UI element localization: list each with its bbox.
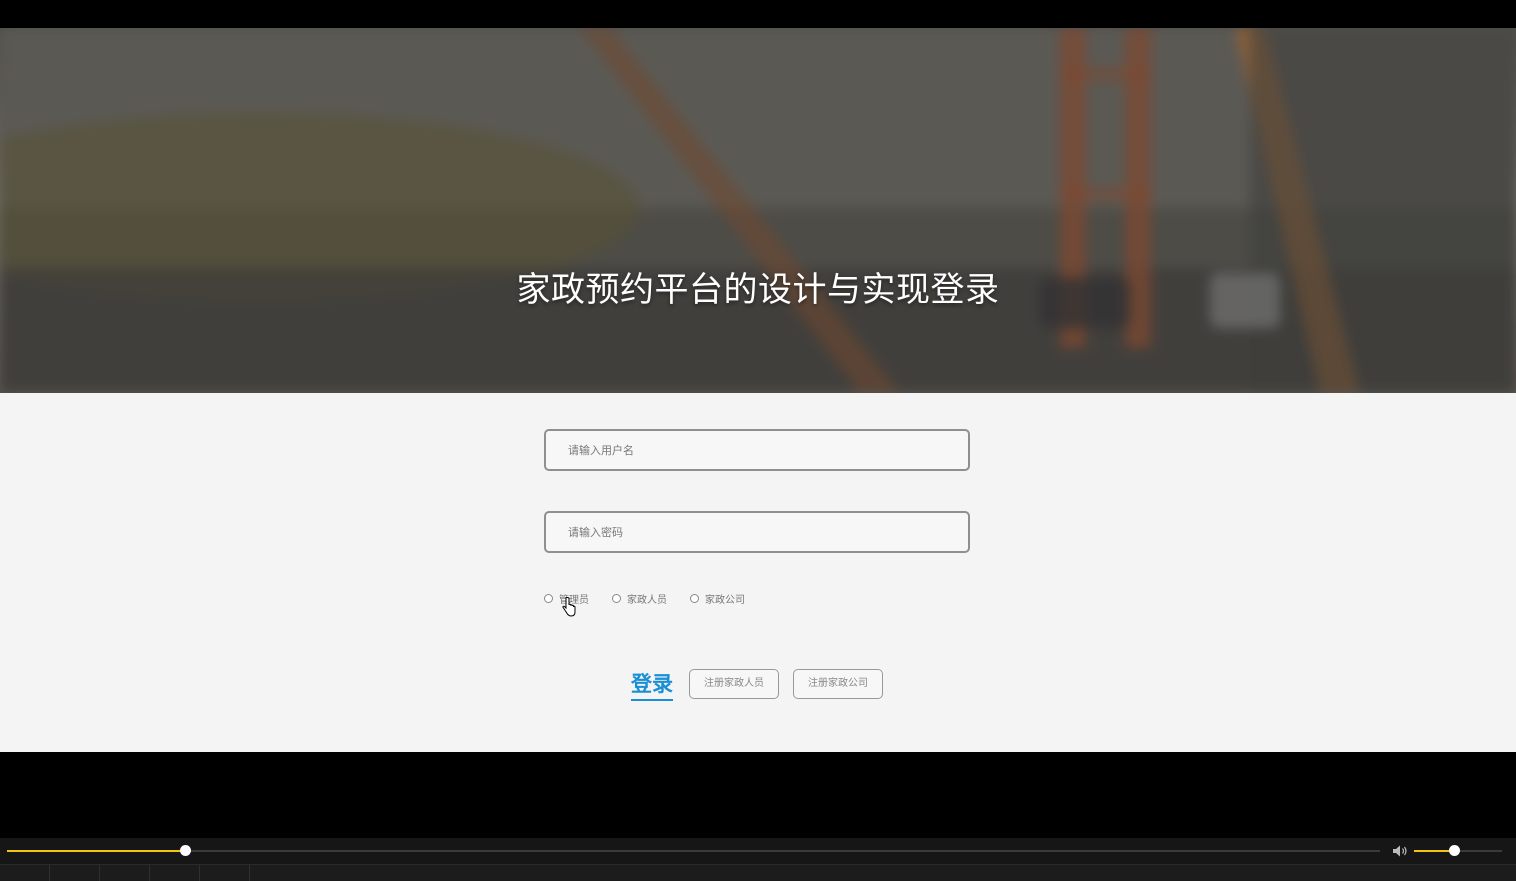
radio-button-company[interactable] — [690, 594, 699, 603]
toolbar-segment[interactable] — [100, 865, 150, 881]
page-title: 家政预约平台的设计与实现登录 — [516, 270, 1000, 310]
radio-button-staff[interactable] — [612, 594, 621, 603]
video-player-viewport: 家政预约平台的设计与实现登录 管理员 家政人员 家政公 — [0, 0, 1516, 881]
hand-pointer-cursor-icon — [562, 597, 576, 617]
role-option-staff[interactable]: 家政人员 — [612, 591, 667, 606]
role-option-company[interactable]: 家政公司 — [690, 591, 745, 606]
bridge-background-image — [0, 28, 1516, 393]
password-field-wrapper — [544, 511, 970, 553]
register-company-button[interactable]: 注册家政公司 — [793, 669, 883, 699]
hero-banner: 家政预约平台的设计与实现登录 — [0, 28, 1516, 393]
toolbar-segment[interactable] — [150, 865, 200, 881]
login-form: 管理员 家政人员 家政公司 登录 注册家政人员 注册家政公司 — [0, 393, 1516, 752]
volume-slider[interactable] — [1414, 845, 1502, 856]
player-controls — [0, 838, 1516, 881]
role-label-company: 家政公司 — [705, 595, 745, 606]
seek-bar-handle[interactable] — [180, 845, 192, 856]
volume-slider-handle[interactable] — [1448, 845, 1460, 856]
role-label-staff: 家政人员 — [627, 595, 667, 606]
player-bottom-toolbar — [0, 864, 1516, 881]
form-actions: 登录 注册家政人员 注册家政公司 — [0, 667, 1516, 707]
password-input[interactable] — [546, 513, 968, 551]
volume-icon[interactable] — [1392, 844, 1408, 858]
register-staff-button[interactable]: 注册家政人员 — [689, 669, 779, 699]
toolbar-segment[interactable] — [50, 865, 100, 881]
radio-button-admin[interactable] — [544, 594, 553, 603]
login-page: 家政预约平台的设计与实现登录 管理员 家政人员 家政公 — [0, 28, 1516, 752]
username-input[interactable] — [546, 431, 968, 469]
seek-bar[interactable] — [7, 845, 1380, 856]
login-button[interactable]: 登录 — [631, 671, 673, 701]
seek-bar-progress — [7, 850, 186, 852]
toolbar-segment[interactable] — [200, 865, 250, 881]
username-field-wrapper — [544, 429, 970, 471]
toolbar-segment[interactable] — [0, 865, 50, 881]
volume-slider-level — [1414, 850, 1454, 852]
